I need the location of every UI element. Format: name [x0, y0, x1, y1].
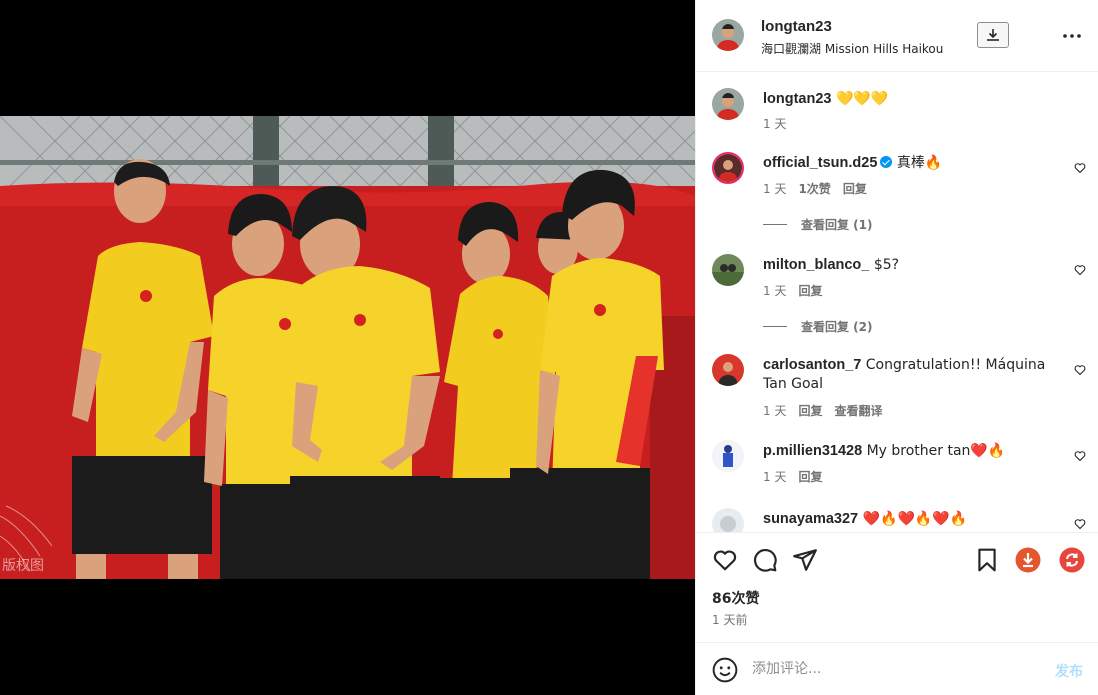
more-icon — [1063, 34, 1081, 38]
reply-button[interactable]: 回复 — [843, 180, 867, 197]
avatar[interactable] — [712, 254, 744, 286]
download-media-icon[interactable] — [1015, 547, 1041, 573]
divider — [763, 326, 787, 327]
reply-button[interactable]: 回复 — [798, 402, 822, 419]
comment-item: official_tsun.d25 真棒🔥 1 天 1次赞 回复 查看回复 (1… — [696, 152, 1098, 232]
author-username[interactable]: longtan23 — [761, 18, 832, 35]
share-icon[interactable] — [792, 547, 818, 573]
comment-item: sunayama327 ❤️🔥❤️🔥❤️🔥 — [696, 508, 1098, 532]
post-time: 1 天前 — [712, 613, 748, 627]
post-panel: longtan23 海口觀瀾湖 Mission Hills Haikou lon… — [695, 0, 1098, 695]
comment-username[interactable]: milton_blanco_ — [763, 257, 869, 273]
likes-count[interactable]: 86次赞 — [712, 588, 759, 608]
comment-item: milton_blanco_ $5? 1 天 回复 查看回复 (2) — [696, 254, 1098, 334]
comment-text: My brother tan❤️🔥 — [866, 443, 1006, 459]
comment-time: 1 天 — [763, 404, 787, 418]
reply-button[interactable]: 回复 — [798, 468, 822, 485]
reply-button[interactable]: 回复 — [798, 282, 822, 299]
like-comment-icon[interactable] — [1074, 518, 1086, 530]
training-photo — [0, 116, 695, 579]
post-location[interactable]: 海口觀瀾湖 Mission Hills Haikou — [761, 40, 943, 57]
comment-text: 真棒🔥 — [896, 155, 943, 171]
comment-icon[interactable] — [752, 547, 778, 573]
watermark: 版权图 — [2, 558, 44, 574]
comment-time: 1 天 — [763, 182, 787, 196]
view-replies-label: 查看回复 (1) — [801, 218, 873, 232]
like-comment-icon[interactable] — [1074, 364, 1086, 376]
post-photo[interactable]: 版权图 — [0, 116, 695, 579]
comments-list[interactable]: longtan23 💛💛💛 1 天 official_tsun.d25 真棒🔥 … — [696, 72, 1098, 532]
translate-button[interactable]: 查看翻译 — [834, 402, 882, 419]
comment-time: 1 天 — [763, 470, 787, 484]
divider — [763, 224, 787, 225]
download-icon — [987, 29, 999, 41]
download-button[interactable] — [977, 22, 1009, 48]
post-header: longtan23 海口觀瀾湖 Mission Hills Haikou — [696, 0, 1098, 72]
comment-input[interactable] — [752, 655, 1032, 683]
view-replies-button[interactable]: 查看回复 (1) — [763, 216, 873, 233]
caption-username[interactable]: longtan23 — [763, 91, 831, 107]
post-comment-button[interactable]: 发布 — [1055, 661, 1083, 681]
avatar[interactable] — [712, 440, 744, 472]
caption-time: 1 天 — [763, 117, 787, 131]
avatar[interactable] — [712, 152, 744, 184]
post-actions: 86次赞 1 天前 — [696, 532, 1098, 642]
comment-time: 1 天 — [763, 284, 787, 298]
like-comment-icon[interactable] — [1074, 450, 1086, 462]
author-avatar[interactable] — [712, 19, 744, 51]
avatar[interactable] — [712, 354, 744, 386]
media-panel: 版权图 — [0, 0, 695, 695]
verified-icon — [880, 156, 893, 168]
caption: longtan23 💛💛💛 1 天 — [696, 88, 1098, 148]
refresh-icon[interactable] — [1059, 547, 1085, 573]
like-comment-icon[interactable] — [1074, 162, 1086, 174]
view-replies-button[interactable]: 查看回复 (2) — [763, 318, 873, 335]
avatar[interactable] — [712, 88, 744, 120]
bookmark-icon[interactable] — [974, 547, 1000, 573]
comment-username[interactable]: sunayama327 — [763, 511, 858, 527]
comment-item: p.millien31428 My brother tan❤️🔥 1 天 回复 — [696, 440, 1098, 500]
comment-item: carlosanton_7 Congratulation!! Máquina T… — [696, 354, 1098, 424]
view-replies-label: 查看回复 (2) — [801, 320, 873, 334]
comment-text: ❤️🔥❤️🔥❤️🔥 — [862, 511, 968, 527]
heart-icon[interactable] — [712, 547, 738, 573]
comment-username[interactable]: carlosanton_7 — [763, 357, 861, 373]
comment-username[interactable]: p.millien31428 — [763, 443, 862, 459]
avatar[interactable] — [712, 508, 744, 532]
more-options-button[interactable] — [1061, 26, 1083, 46]
caption-text: 💛💛💛 — [835, 91, 889, 107]
comment-composer: 发布 — [696, 642, 1098, 695]
comment-text: $5? — [873, 257, 900, 273]
emoji-icon[interactable] — [712, 657, 738, 683]
like-comment-icon[interactable] — [1074, 264, 1086, 276]
comment-likes[interactable]: 1次赞 — [798, 180, 830, 197]
comment-username[interactable]: official_tsun.d25 — [763, 155, 877, 171]
